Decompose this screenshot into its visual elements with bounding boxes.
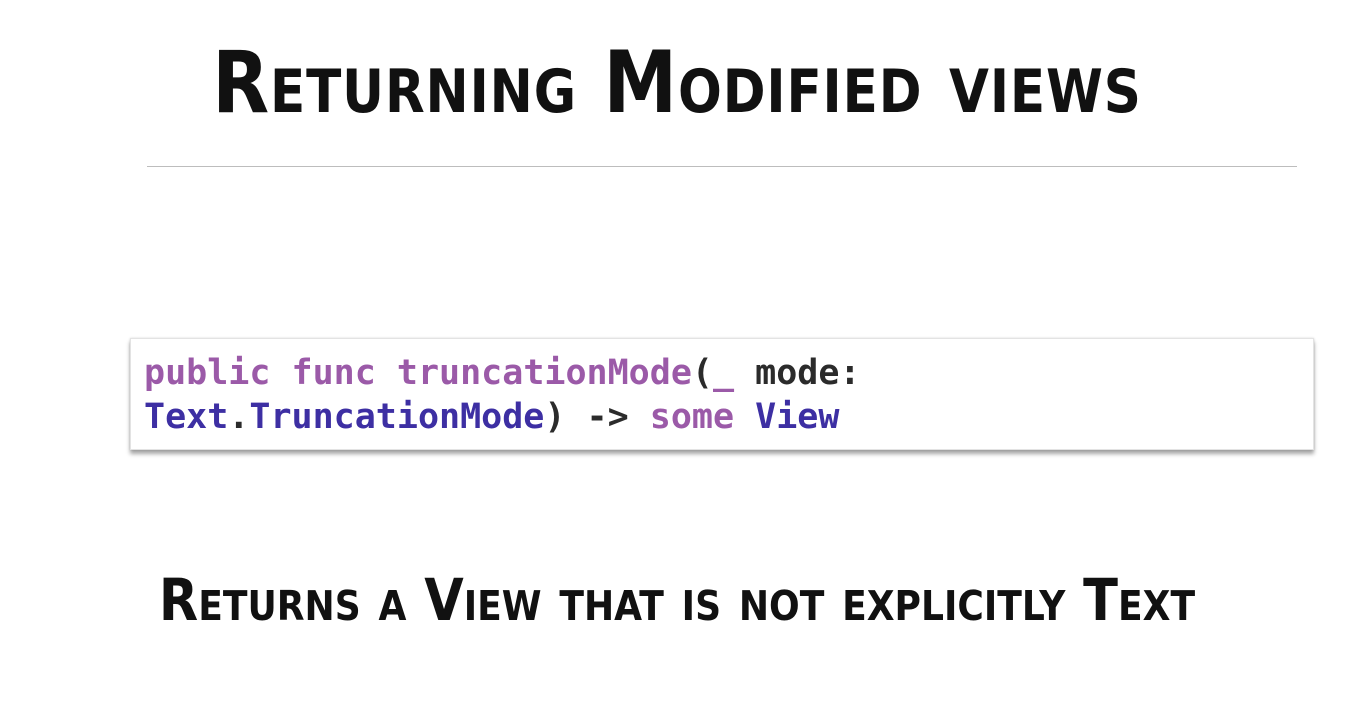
slide-subtitle: Returns a View that is not explicitly Te… [158, 566, 1196, 634]
code-token: Text [144, 397, 229, 437]
code-token: ) -> [544, 397, 650, 437]
code-token: public [144, 353, 271, 393]
code-token: . [228, 397, 250, 437]
code-token: mode: [734, 353, 861, 393]
code-token: View [755, 397, 840, 437]
code-token: TruncationMode [249, 397, 545, 437]
code-snippet-box: public func truncationMode(_ mode: Text.… [130, 338, 1314, 450]
code-token: some [649, 397, 735, 437]
code-line-1: public func truncationMode(_ mode: [144, 353, 861, 393]
code-token: truncationMode [396, 353, 692, 393]
code-token: func [291, 353, 376, 393]
slide-title: Returning Modified views [212, 33, 1142, 133]
code-token: _ [712, 353, 735, 393]
title-divider [147, 166, 1297, 167]
code-snippet: public func truncationMode(_ mode: Text.… [144, 351, 861, 439]
slide: Returning Modified views public func tru… [0, 0, 1354, 726]
code-token: ( [691, 353, 713, 393]
code-line-2: Text.TruncationMode) -> some View [144, 397, 839, 437]
